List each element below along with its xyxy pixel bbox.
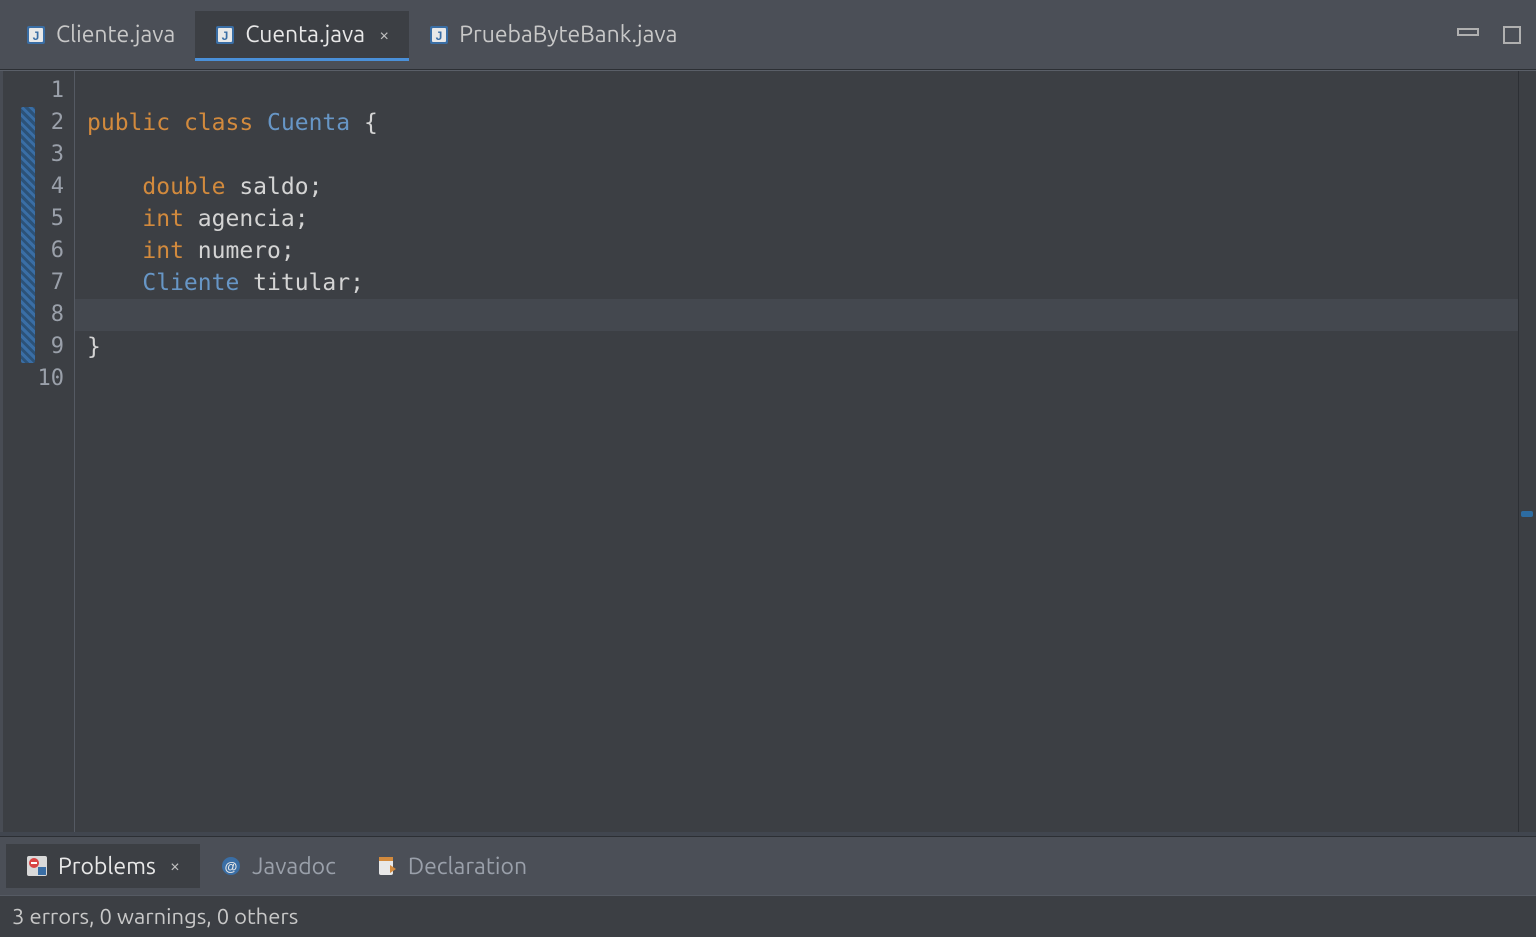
code-token: class — [184, 110, 267, 136]
code-token: numero — [198, 238, 281, 264]
code-token: agencia — [198, 206, 295, 232]
maximize-icon[interactable] — [1502, 25, 1522, 45]
code-token: saldo — [239, 174, 308, 200]
code-token: ; — [281, 238, 295, 264]
svg-text:@: @ — [225, 859, 238, 874]
code-area[interactable]: public class Cuenta { double saldo; int … — [75, 71, 1518, 832]
tab-close-icon[interactable]: × — [379, 25, 389, 45]
code-line[interactable]: Cliente titular; — [75, 267, 1518, 299]
svg-text:J: J — [436, 29, 443, 43]
bottom-tab-bar: Problems × @ Javadoc Declaration — [0, 837, 1536, 895]
code-token — [87, 206, 142, 232]
javadoc-icon: @ — [220, 855, 242, 877]
minimize-icon[interactable] — [1456, 25, 1480, 45]
line-number: 4 — [3, 171, 74, 203]
bottom-tab-label: Javadoc — [252, 854, 336, 879]
svg-text:J: J — [33, 29, 40, 43]
code-token — [87, 174, 142, 200]
code-line[interactable]: int numero; — [75, 235, 1518, 267]
editor-tab-cuenta[interactable]: J Cuenta.java × — [195, 11, 409, 59]
java-file-icon: J — [429, 25, 449, 45]
problems-icon — [26, 855, 48, 877]
editor-tab-cliente[interactable]: J Cliente.java — [6, 11, 195, 59]
line-number: 10 — [3, 363, 74, 395]
code-token — [87, 238, 142, 264]
problems-summary: 3 errors, 0 warnings, 0 others — [0, 895, 1536, 937]
editor-area: 12345678910 public class Cuenta { double… — [0, 70, 1536, 832]
bottom-tab-problems[interactable]: Problems × — [6, 844, 200, 888]
editor-toolbar-right — [1456, 25, 1522, 45]
bottom-panel: Problems × @ Javadoc Declaration — [0, 836, 1536, 937]
code-line[interactable]: double saldo; — [75, 171, 1518, 203]
code-line[interactable]: } — [75, 331, 1518, 363]
problems-summary-text: 3 errors, 0 warnings, 0 others — [12, 904, 298, 929]
code-token: ; — [295, 206, 309, 232]
editor-tab-label: Cuenta.java — [245, 22, 365, 47]
code-token: Cliente — [142, 270, 253, 296]
editor-tab-prueba[interactable]: J PruebaByteBank.java — [409, 11, 697, 59]
overview-ruler[interactable] — [1518, 71, 1536, 832]
code-token: public — [87, 110, 184, 136]
editor-tab-label: Cliente.java — [56, 22, 175, 47]
line-number: 7 — [3, 267, 74, 299]
line-number: 1 — [3, 75, 74, 107]
java-file-icon: J — [26, 25, 46, 45]
editor-tab-label: PruebaByteBank.java — [459, 22, 677, 47]
change-marker — [21, 107, 35, 363]
code-token: int — [142, 206, 197, 232]
line-number: 6 — [3, 235, 74, 267]
code-line[interactable] — [75, 299, 1518, 331]
line-number: 5 — [3, 203, 74, 235]
code-line[interactable] — [75, 75, 1518, 107]
line-number: 9 — [3, 331, 74, 363]
bottom-tab-javadoc[interactable]: @ Javadoc — [200, 844, 356, 888]
java-file-icon: J — [215, 25, 235, 45]
code-line[interactable]: int agencia; — [75, 203, 1518, 235]
line-number: 2 — [3, 107, 74, 139]
line-number: 8 — [3, 299, 74, 331]
overview-mark — [1521, 511, 1533, 517]
bottom-tab-label: Problems — [58, 854, 156, 879]
code-token: double — [142, 174, 239, 200]
code-token — [87, 270, 142, 296]
code-line[interactable] — [75, 139, 1518, 171]
declaration-icon — [376, 855, 398, 877]
gutter[interactable]: 12345678910 — [3, 71, 75, 832]
code-token: } — [87, 334, 101, 360]
line-number: 3 — [3, 139, 74, 171]
code-token: ; — [309, 174, 323, 200]
bottom-tab-label: Declaration — [408, 854, 527, 879]
code-line[interactable]: public class Cuenta { — [75, 107, 1518, 139]
bottom-tab-declaration[interactable]: Declaration — [356, 844, 547, 888]
code-token: Cuenta — [267, 110, 364, 136]
editor-tab-bar: J Cliente.java J Cuenta.java × J PruebaB… — [0, 0, 1536, 70]
tab-close-icon[interactable]: × — [170, 856, 180, 876]
code-line[interactable] — [75, 363, 1518, 395]
svg-text:J: J — [222, 29, 229, 43]
code-token: { — [364, 110, 378, 136]
code-token: int — [142, 238, 197, 264]
code-token: titular — [253, 270, 350, 296]
code-token: ; — [350, 270, 364, 296]
